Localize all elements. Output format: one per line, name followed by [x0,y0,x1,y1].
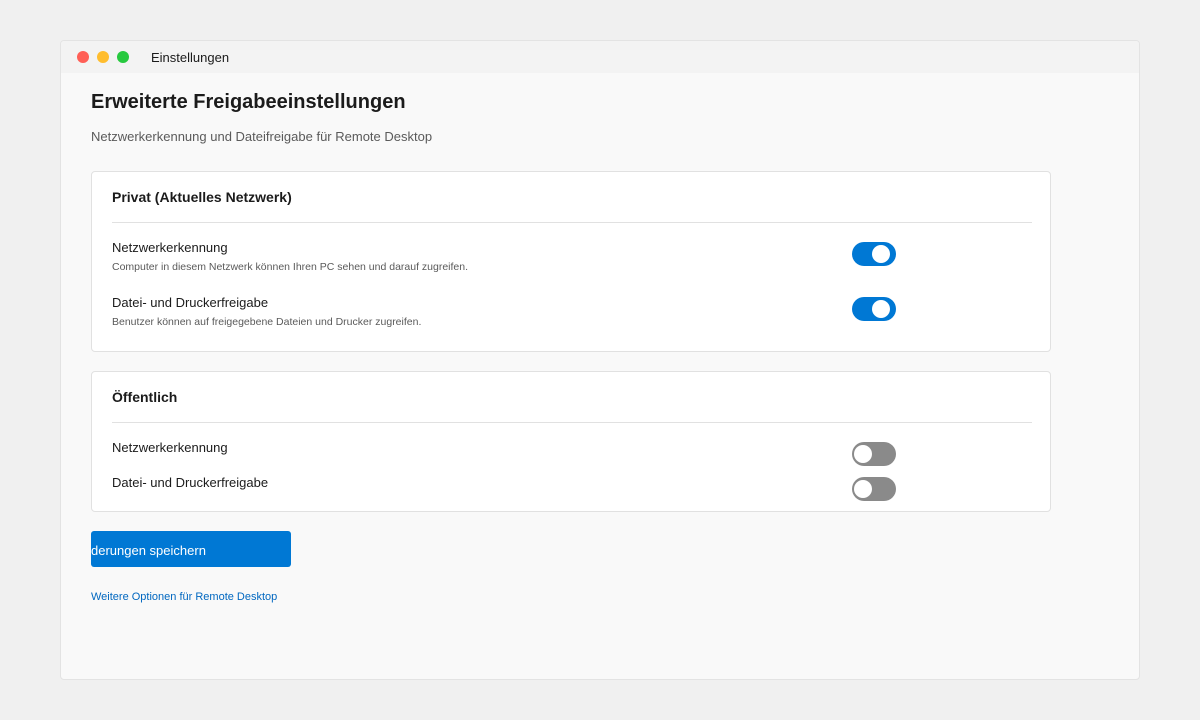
minimize-window-button[interactable] [97,51,109,63]
section-title: Öffentlich [112,389,178,405]
public-network-discovery-toggle[interactable] [852,442,896,466]
toggle-knob [872,300,890,318]
section-divider [112,222,1032,223]
maximize-window-button[interactable] [117,51,129,63]
page-title: Erweiterte Freigabeeinstellungen [91,91,406,113]
private-file-printer-sharing-toggle[interactable] [852,297,896,321]
save-changes-button[interactable]: derungen speichern [91,531,291,567]
setting-label-file-printer-sharing: Datei- und Druckerfreigabe [112,475,269,490]
close-window-button[interactable] [77,51,89,63]
title-bar: Einstellungen [61,41,1139,73]
setting-label-network-discovery: Netzwerkerkennung [112,240,228,255]
window-title: Einstellungen [151,50,230,65]
page-subtitle: Netzwerkerkennung und Dateifreigabe für … [91,129,433,144]
private-network-discovery-toggle[interactable] [852,242,896,266]
setting-description-file-printer-sharing: Benutzer können auf freigegebene Dateien… [112,316,422,328]
section-title: Privat (Aktuelles Netzwerk) [112,189,292,205]
public-file-printer-sharing-toggle[interactable] [852,477,896,501]
toggle-knob [872,245,890,263]
save-button-label: derungen speichern [91,543,206,558]
toggle-knob [854,480,872,498]
more-remote-desktop-options-link[interactable]: Weitere Optionen für Remote Desktop [91,591,277,603]
public-network-section: Öffentlich Netzwerkerkennung Datei- und … [91,371,1051,512]
setting-description-network-discovery: Computer in diesem Netzwerk können Ihren… [112,261,469,273]
setting-label-file-printer-sharing: Datei- und Druckerfreigabe [112,295,269,310]
toggle-knob [854,445,872,463]
setting-label-network-discovery: Netzwerkerkennung [112,440,228,455]
section-divider [112,422,1032,423]
private-network-section: Privat (Aktuelles Netzwerk) Netzwerkerke… [91,171,1051,352]
settings-window: Einstellungen Erweiterte Freigabeeinstel… [60,40,1140,680]
